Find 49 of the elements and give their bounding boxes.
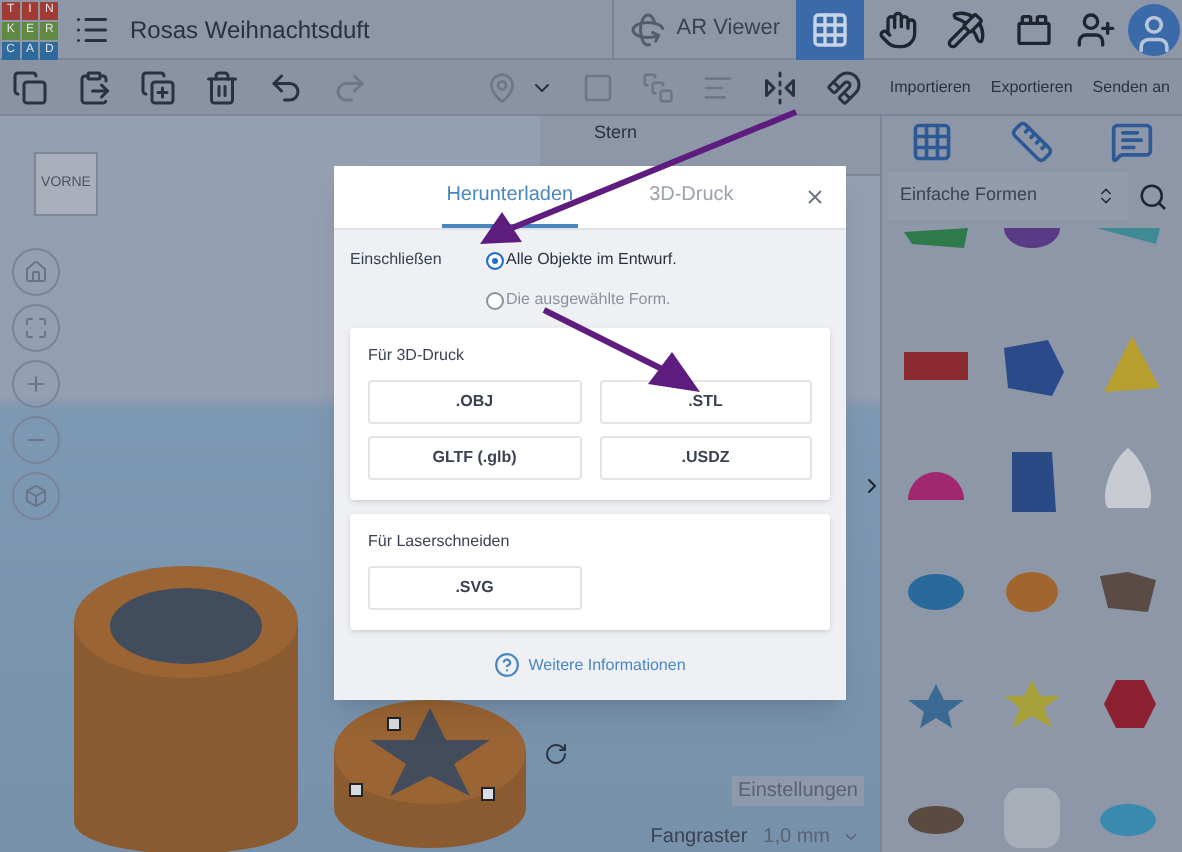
- add-user-icon[interactable]: [1076, 9, 1116, 49]
- card-title: Für 3D-Druck: [368, 344, 467, 368]
- perspective-button[interactable]: [12, 472, 60, 520]
- include-radio[interactable]: Die ausgewählte Form.: [486, 288, 677, 312]
- copy-icon[interactable]: [12, 69, 48, 105]
- undo-icon[interactable]: [268, 69, 304, 105]
- plus-icon: [24, 372, 48, 396]
- pickaxe-icon: [946, 9, 986, 49]
- dialog-tab[interactable]: 3D-Druck: [645, 164, 738, 228]
- mirror-icon[interactable]: [761, 69, 798, 105]
- format-button[interactable]: .USDZ: [599, 436, 812, 480]
- rotate-handle-icon[interactable]: [544, 742, 568, 766]
- toolbar-action[interactable]: Exportieren: [990, 75, 1073, 99]
- search-icon: [1137, 181, 1167, 211]
- brick-icon: [1014, 9, 1054, 49]
- ruler-icon[interactable]: [1010, 120, 1054, 164]
- fit-view-button[interactable]: [12, 304, 60, 352]
- inspector-title: Stern: [594, 120, 638, 146]
- caret-icon: [842, 828, 860, 846]
- toolbar-action[interactable]: Senden an: [1092, 75, 1170, 99]
- close-icon: [803, 185, 825, 207]
- format-button[interactable]: .SVG: [368, 566, 581, 610]
- format-button[interactable]: .STL: [599, 380, 812, 424]
- help-link[interactable]: Weitere Informationen: [528, 653, 686, 677]
- home-icon: [24, 260, 48, 284]
- magnet-icon[interactable]: [825, 69, 862, 105]
- design-title[interactable]: Rosas Weihnachtsduft: [130, 11, 370, 47]
- include-label: Einschließen: [350, 248, 444, 272]
- delete-icon[interactable]: [204, 69, 240, 105]
- card-title: Für Laserschneiden: [368, 530, 512, 554]
- caret-icon: [1096, 186, 1116, 206]
- zoom-in-button[interactable]: [12, 360, 60, 408]
- toolbar-action[interactable]: Importieren: [889, 75, 971, 99]
- format-button[interactable]: .OBJ: [368, 380, 581, 424]
- note-icon[interactable]: [1110, 120, 1154, 164]
- help-icon: [494, 652, 521, 678]
- format-button[interactable]: GLTF (.glb): [368, 436, 581, 480]
- snap-grid-label: Fangraster: [650, 824, 748, 852]
- duplicate-icon[interactable]: [140, 69, 176, 105]
- category-select[interactable]: Einfache Formen: [888, 172, 1128, 220]
- paste-icon[interactable]: [76, 69, 112, 105]
- include-radio[interactable]: Alle Objekte im Entwurf.: [486, 248, 677, 272]
- grid-icon[interactable]: [910, 120, 954, 164]
- avatar[interactable]: [1128, 3, 1180, 55]
- fit-view-icon: [24, 316, 48, 340]
- home-button[interactable]: [12, 248, 60, 296]
- view-mode-button[interactable]: [796, 0, 864, 59]
- hand-icon: [878, 9, 918, 49]
- grid-icon: [810, 9, 850, 49]
